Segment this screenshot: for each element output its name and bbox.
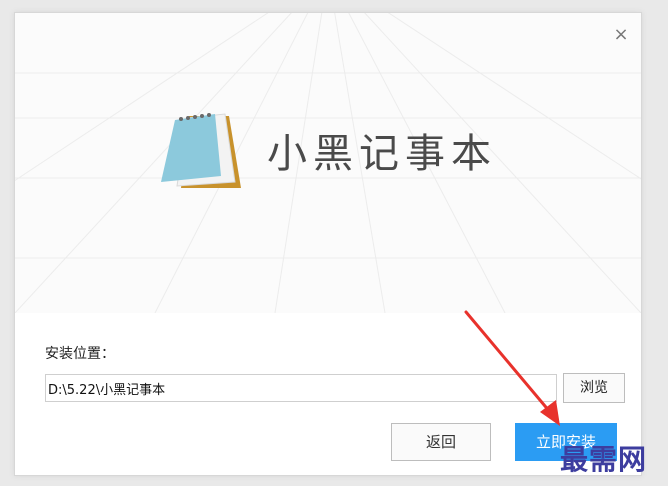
notepad-logo-icon [159, 110, 245, 190]
install-path-field[interactable] [45, 374, 557, 402]
close-icon[interactable]: × [611, 25, 631, 45]
browse-button[interactable]: 浏览 [563, 373, 625, 403]
hero-banner: × 小黑记事本 [15, 13, 641, 313]
watermark-text: 最需网 [560, 443, 648, 476]
app-title: 小黑记事本 [267, 131, 497, 177]
install-location-label: 安装位置： [45, 346, 115, 362]
installer-window: × 小黑记事本 安装位置： 浏览 返回 立即安装 [14, 12, 642, 476]
back-button[interactable]: 返回 [391, 423, 491, 461]
